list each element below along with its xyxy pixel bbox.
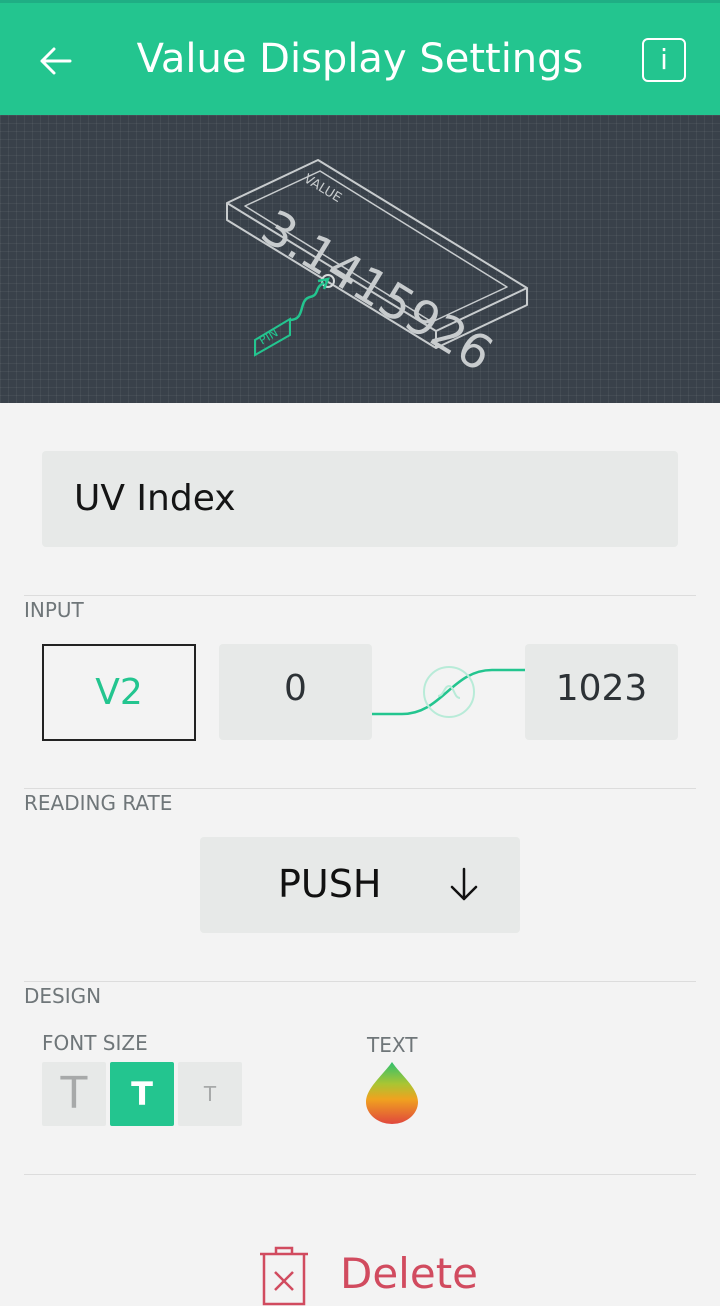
reading-rate-value: PUSH [278,862,382,906]
widget-name-value: UV Index [74,478,236,519]
text-color-label: TEXT [367,1033,418,1057]
value-display-illustration: 3.1415926 VALUE PIN [226,159,528,383]
font-size-large-button[interactable]: T [42,1062,106,1126]
page-title: Value Display Settings [136,36,584,82]
design-section-label: DESIGN [24,984,102,1008]
delete-label: Delete [340,1249,478,1298]
preview-value-label: VALUE [301,172,344,206]
divider [24,1174,696,1175]
font-size-medium-button[interactable]: T [110,1062,174,1126]
widget-preview: 3.1415926 VALUE PIN [0,115,720,403]
reading-rate-section-label: READING RATE [24,791,173,815]
min-value-input[interactable]: 0 [219,644,372,740]
input-section-label: INPUT [24,598,84,622]
pin-select[interactable]: V2 [42,644,196,741]
reading-rate-dropdown[interactable]: PUSH [200,837,520,933]
divider [24,595,696,596]
delete-button[interactable]: Delete [258,1240,518,1306]
mapping-curve-icon [372,666,525,718]
trash-icon [260,1246,308,1306]
app-header: Value Display Settings i [0,3,720,115]
preview-value: 3.1415926 [252,199,503,382]
max-value-input[interactable]: 1023 [525,644,678,740]
preview-pin-label: PIN [256,325,280,347]
widget-name-field[interactable]: UV Index [42,451,678,547]
divider [24,981,696,982]
font-size-small-button[interactable]: T [178,1062,242,1126]
info-button[interactable]: i [642,38,686,82]
arrow-down-icon [450,867,478,901]
font-size-label: FONT SIZE [42,1031,148,1055]
divider [24,788,696,789]
color-picker-drop-icon[interactable] [364,1060,420,1126]
